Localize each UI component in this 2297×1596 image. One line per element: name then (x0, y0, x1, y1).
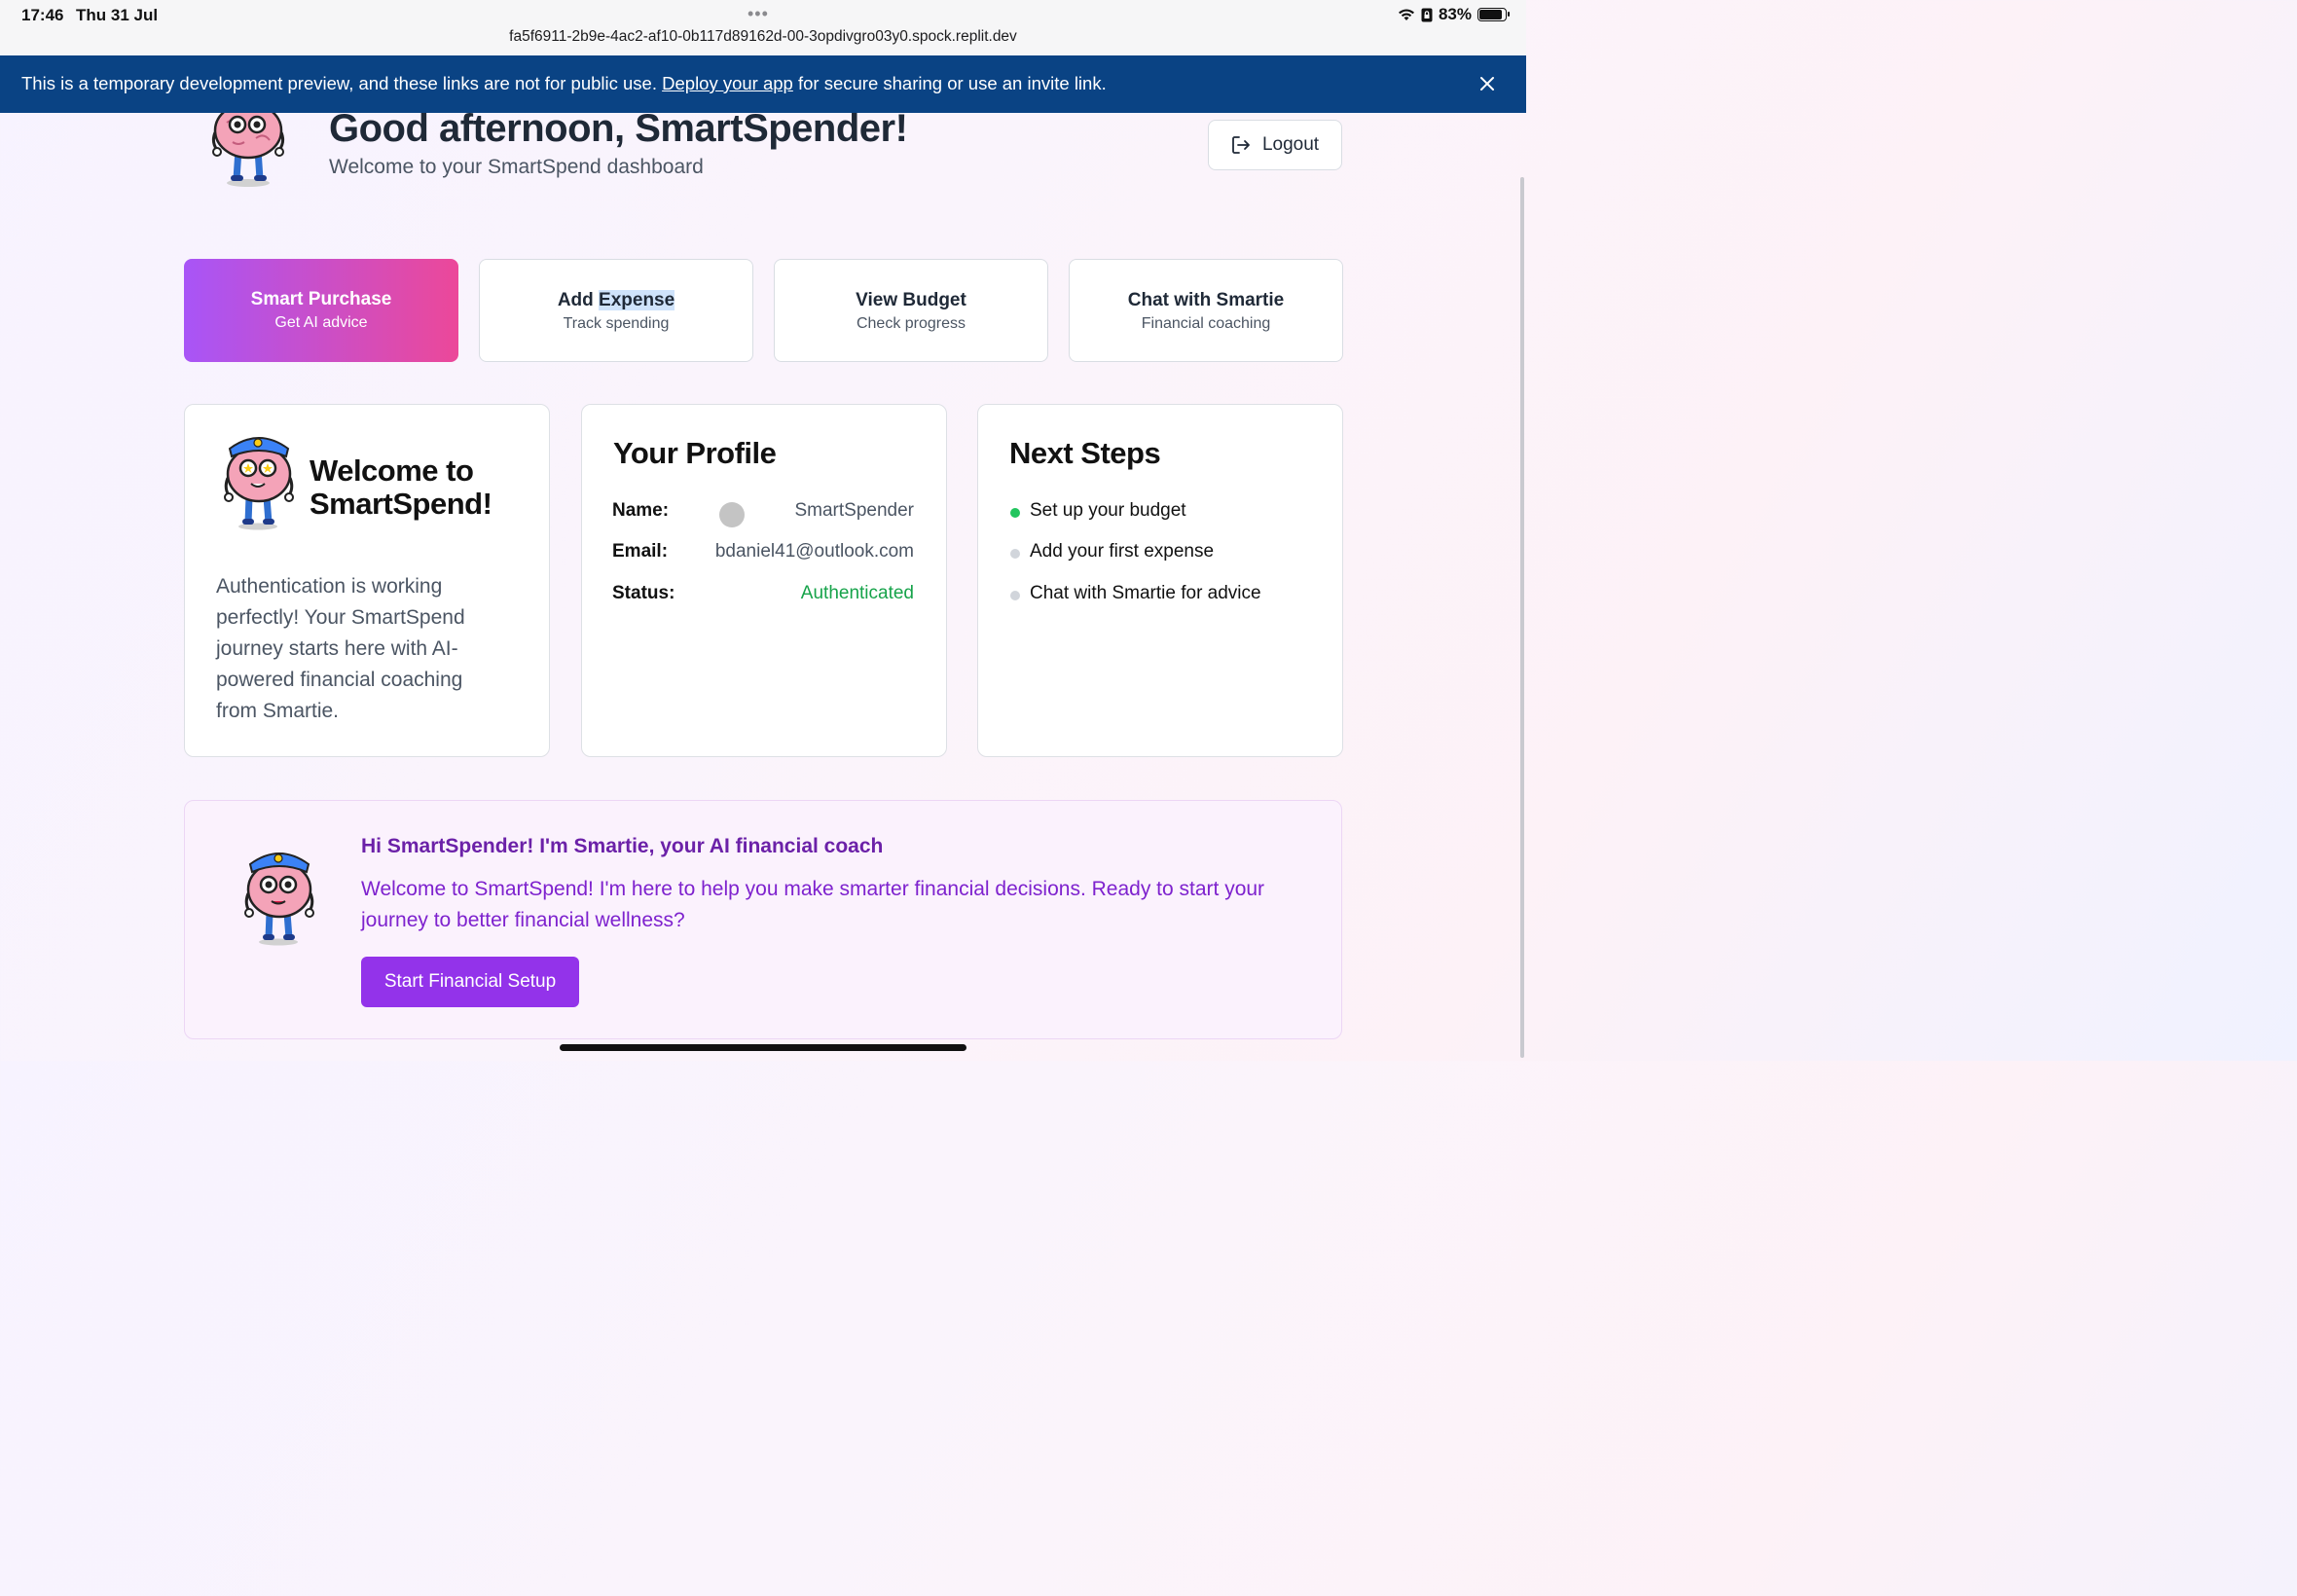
logout-icon (1232, 136, 1250, 154)
battery-percent: 83% (1438, 5, 1472, 23)
avatar (719, 502, 745, 527)
action-title: View Budget (856, 290, 966, 310)
home-indicator[interactable] (560, 1044, 966, 1051)
welcome-body: Authentication is working perfectly! You… (216, 575, 465, 722)
logout-label: Logout (1261, 134, 1320, 155)
address-bar-url[interactable]: fa5f6911-2b9e-4ac2-af10-0b117d89162d-00-… (0, 28, 1526, 46)
view-budget-card[interactable]: View Budget Check progress (774, 259, 1048, 362)
smartie-mascot (224, 437, 294, 530)
wifi-icon (1398, 9, 1414, 20)
smart-purchase-card[interactable]: Smart Purchase Get AI advice (184, 259, 458, 362)
action-subtitle: Check progress (856, 315, 966, 332)
action-title: Add Expense (557, 290, 675, 310)
action-subtitle: Track spending (563, 315, 670, 332)
next-steps-title: Next Steps (1009, 436, 1161, 470)
action-subtitle: Financial coaching (1141, 315, 1271, 332)
complete-dot-icon (1010, 508, 1020, 518)
dashboard-subtitle: Welcome to your SmartSpend dashboard (329, 156, 704, 178)
date: Thu 31 Jul (76, 6, 159, 24)
banner-message: This is a temporary development preview,… (21, 73, 1107, 93)
dev-preview-banner: This is a temporary development preview,… (0, 55, 1526, 113)
welcome-title: Welcome to SmartSpend! (310, 453, 492, 521)
action-subtitle: Get AI advice (274, 314, 368, 331)
profile-title: Your Profile (613, 436, 777, 470)
action-title: Chat with Smartie (1127, 290, 1285, 310)
close-icon[interactable] (1477, 74, 1497, 93)
start-financial-setup-button[interactable]: Start Financial Setup (361, 957, 579, 1007)
coach-message: Welcome to SmartSpend! I'm here to help … (361, 878, 1265, 931)
status-bar: 17:46 Thu 31 Jul ••• fa5f6911-2b9e-4ac2-… (0, 0, 1526, 55)
coach-title: Hi SmartSpender! I'm Smartie, your AI fi… (361, 835, 884, 857)
selected-text: Expense (599, 290, 675, 310)
add-expense-card[interactable]: Add Expense Track spending (479, 259, 753, 362)
battery-icon (1477, 8, 1510, 21)
lock-rotation-icon (1421, 8, 1433, 21)
profile-email-value: bdaniel41@outlook.com (714, 541, 914, 562)
status-badge: Authenticated (800, 583, 914, 603)
chat-with-smartie-card[interactable]: Chat with Smartie Financial coaching (1069, 259, 1343, 362)
greeting-heading: Good afternoon, SmartSpender! (329, 107, 908, 150)
smartie-mascot-logo (207, 113, 293, 189)
profile-name-value: SmartSpender (794, 500, 914, 521)
next-steps-card: Next Steps (977, 404, 1343, 757)
pending-dot-icon (1010, 549, 1020, 559)
clock: 17:46 (21, 6, 64, 24)
action-title: Smart Purchase (250, 289, 392, 309)
logout-button[interactable]: Logout (1208, 120, 1342, 170)
status-icons: 83% (1398, 5, 1510, 24)
scrollbar[interactable] (1520, 177, 1524, 1058)
more-dots-icon[interactable]: ••• (747, 5, 769, 22)
pending-dot-icon (1010, 591, 1020, 600)
smartie-mascot (244, 852, 314, 946)
deploy-app-link[interactable]: Deploy your app (662, 73, 793, 93)
profile-card: Your Profile (581, 404, 947, 757)
